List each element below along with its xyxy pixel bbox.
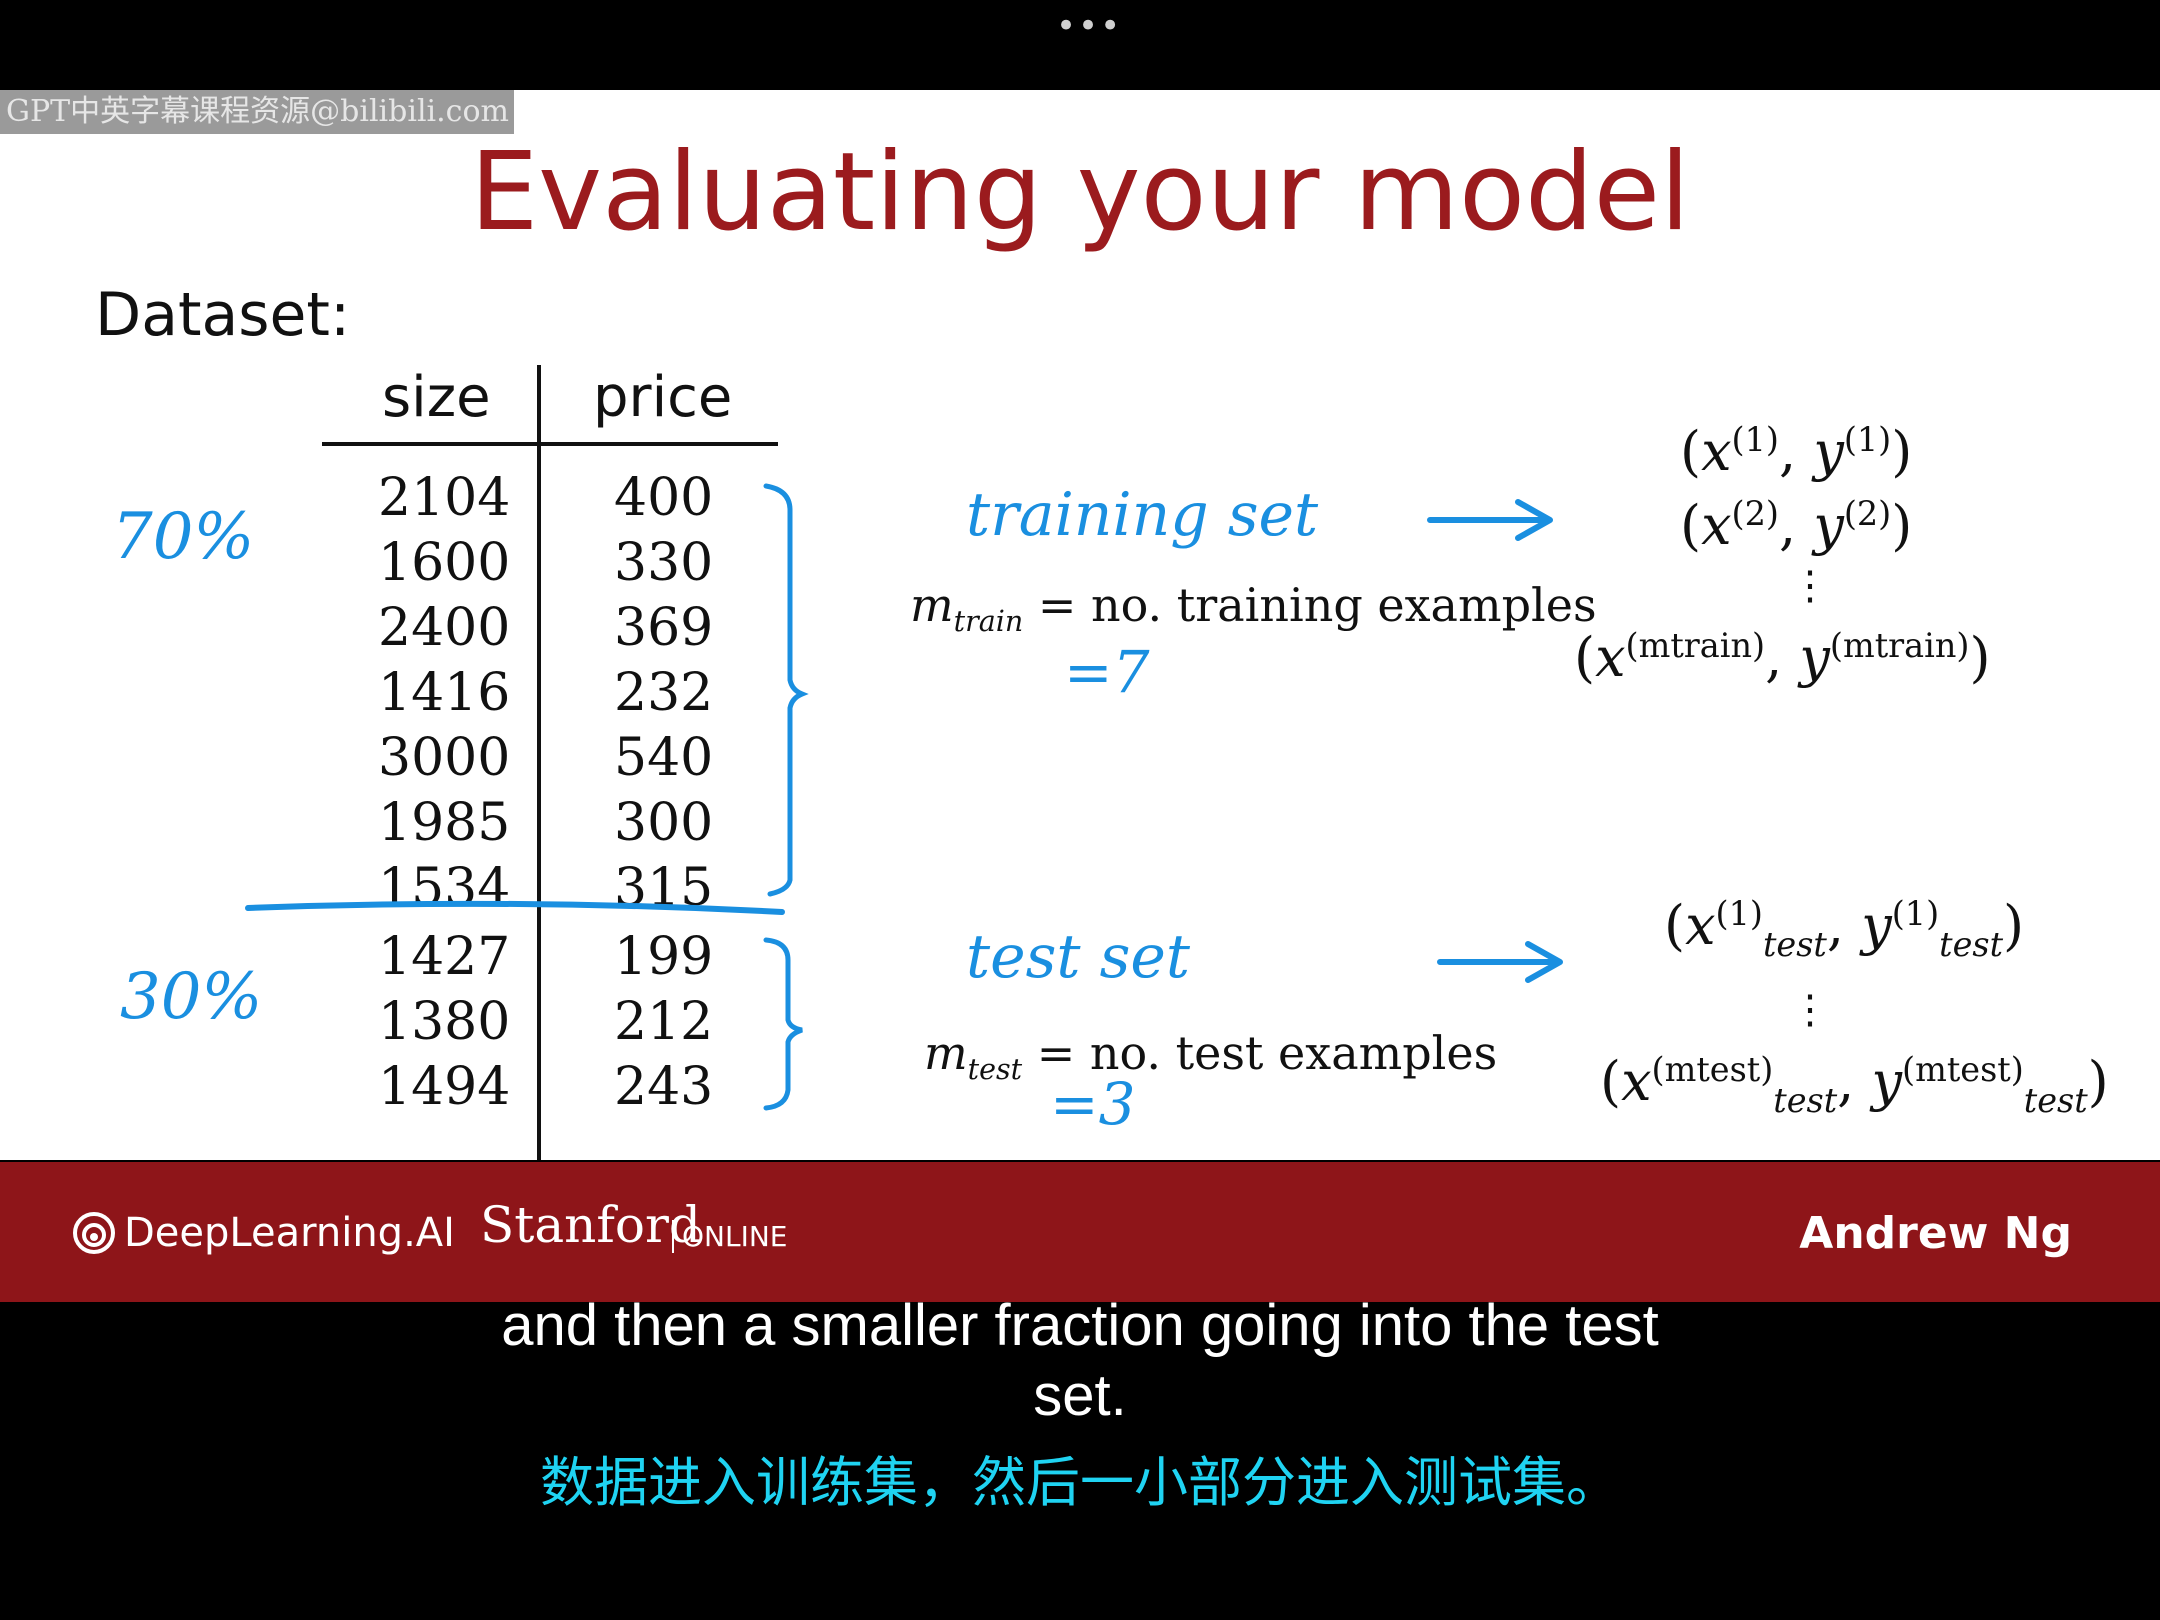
- test-percentage: 30%: [120, 960, 263, 1034]
- test-arrow-icon: [1437, 941, 1563, 983]
- vertical-ellipsis-icon: ⋮: [1790, 987, 1830, 1033]
- training-pair-2: (x(2), y(2)): [1680, 494, 1913, 557]
- deeplearning-logo-icon: [73, 1212, 115, 1254]
- m-train-definition: mtrain = no. training examples: [910, 578, 1597, 638]
- training-pair-m: (x(mtrain), y(mtrain)): [1574, 626, 1991, 689]
- training-pair-1: (x(1), y(1)): [1680, 420, 1913, 483]
- subtitle-english-line1: and then a smaller fraction going into t…: [501, 1293, 1659, 1358]
- train-brace: [763, 483, 809, 897]
- stanford-online-label: ONLINE: [672, 1220, 787, 1253]
- training-arrow-icon: [1427, 499, 1553, 541]
- test-set-label: test set: [966, 922, 1191, 992]
- video-top-bar: •••: [0, 0, 2160, 90]
- vertical-ellipsis-icon: ⋮: [1790, 563, 1830, 609]
- more-options-icon[interactable]: •••: [1056, 6, 1122, 46]
- split-line: [245, 900, 785, 915]
- definition-text: = no. test examples: [1036, 1026, 1498, 1080]
- test-brace: [763, 937, 803, 1111]
- lecture-slide: GPT中英字幕课程资源@bilibili.com Evaluating your…: [0, 90, 2160, 1160]
- deeplearning-logo: DeepLearning.AI: [72, 1210, 455, 1256]
- m-subscript: train: [953, 605, 1024, 639]
- m-test-definition: mtest = no. test examples: [924, 1026, 1497, 1086]
- deeplearning-logo-text: DeepLearning.AI: [124, 1210, 455, 1256]
- m-subscript: test: [967, 1053, 1023, 1087]
- test-pair-1: (x(1)test, y(1)test): [1664, 894, 2025, 964]
- author-name: Andrew Ng: [1799, 1208, 2072, 1259]
- training-count: =7: [1064, 638, 1150, 706]
- m-symbol: m: [924, 1026, 968, 1080]
- train-percentage: 70%: [112, 500, 255, 574]
- m-symbol: m: [910, 578, 954, 632]
- subtitle-english-line2: set.: [1033, 1363, 1127, 1428]
- stanford-logo: Stanford: [480, 1196, 701, 1254]
- training-set-label: training set: [966, 480, 1319, 550]
- subtitle-chinese: 数据进入训练集，然后一小部分进入测试集。: [540, 1451, 1620, 1514]
- test-pair-m: (x(mtest)test, y(mtest)test): [1600, 1050, 2109, 1120]
- definition-text: = no. training examples: [1037, 578, 1597, 632]
